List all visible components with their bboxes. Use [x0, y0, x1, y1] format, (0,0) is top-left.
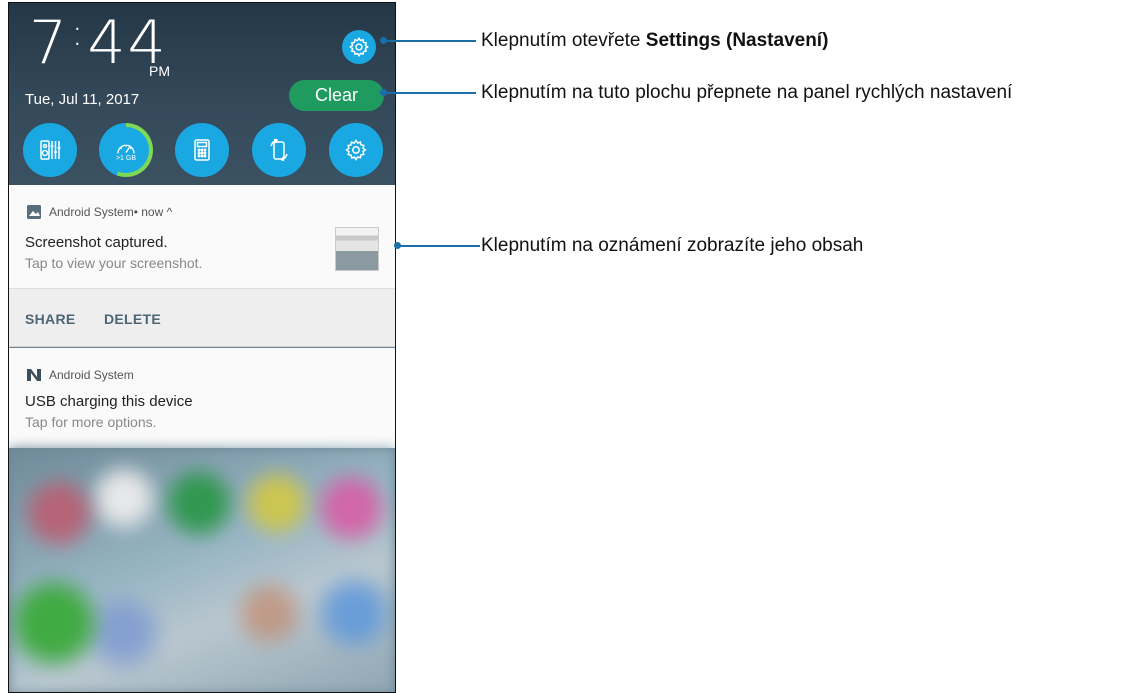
share-button[interactable]: SHARE — [25, 311, 76, 327]
callout-text-settings: Klepnutím otevřete Settings (Nastavení) — [481, 30, 828, 52]
rotate-icon — [270, 138, 288, 162]
clock-ampm: PM — [149, 63, 170, 79]
notification-title: Screenshot captured. — [25, 234, 168, 251]
notification-actions: SHARE DELETE — [9, 289, 395, 347]
notification-text: Tap for more options. — [25, 414, 157, 430]
notification-header-row: Android System — [27, 368, 134, 382]
date-label: Tue, Jul 11, 2017 — [25, 91, 140, 108]
blurred-home-screen — [9, 448, 395, 692]
delete-button[interactable]: DELETE — [104, 311, 161, 327]
notification-header: 7:44 PM Tue, Jul 11, 2017 Clear >1 GB — [9, 3, 395, 185]
notification-meta: • now ^ — [133, 205, 173, 219]
clear-button[interactable]: Clear — [289, 80, 384, 111]
clock: 7:44 — [29, 13, 168, 73]
boost-inner: >1 GB — [103, 127, 149, 173]
callout-settings-prefix: Klepnutím otevřete — [481, 30, 646, 51]
quick-setting-calculator[interactable] — [175, 123, 229, 177]
clock-hours: 7 — [29, 8, 70, 78]
notification-app-name: Android System — [49, 368, 134, 382]
gear-icon — [348, 36, 369, 58]
callout-text-quick-panel: Klepnutím na tuto plochu přepnete na pan… — [481, 82, 1013, 103]
notification-title: USB charging this device — [25, 393, 193, 410]
callout-line-quick-panel — [384, 92, 476, 94]
gear-icon — [345, 139, 367, 161]
quick-setting-auto-rotate[interactable] — [252, 123, 306, 177]
phone-screen: 7:44 PM Tue, Jul 11, 2017 Clear >1 GB An… — [8, 2, 396, 693]
quick-setting-settings[interactable] — [329, 123, 383, 177]
quick-setting-boost[interactable]: >1 GB — [99, 123, 153, 177]
clock-colon: : — [71, 13, 86, 54]
image-icon — [27, 205, 41, 219]
notification-text: Tap to view your screenshot. — [25, 255, 203, 271]
callout-line-settings — [384, 40, 476, 42]
calculator-icon — [194, 139, 210, 161]
screenshot-thumbnail — [335, 227, 379, 271]
callout-settings-bold: Settings (Nastavení) — [645, 30, 829, 51]
boost-label: >1 GB — [115, 154, 137, 162]
notification-usb[interactable]: Android System USB charging this device … — [9, 348, 395, 448]
notification-header-row: Android System • now ^ — [27, 205, 172, 219]
android-n-icon — [27, 369, 41, 381]
quick-settings-row: >1 GB — [9, 123, 395, 179]
notification-screenshot[interactable]: Android System • now ^ Screenshot captur… — [9, 185, 395, 289]
callout-line-notification — [398, 245, 480, 247]
equalizer-icon — [40, 140, 61, 160]
notification-app-name: Android System — [49, 205, 134, 219]
settings-button[interactable] — [342, 30, 376, 64]
callout-text-notification: Klepnutím na oznámení zobrazíte jeho obs… — [481, 235, 864, 256]
quick-setting-audio-wizard[interactable] — [23, 123, 77, 177]
